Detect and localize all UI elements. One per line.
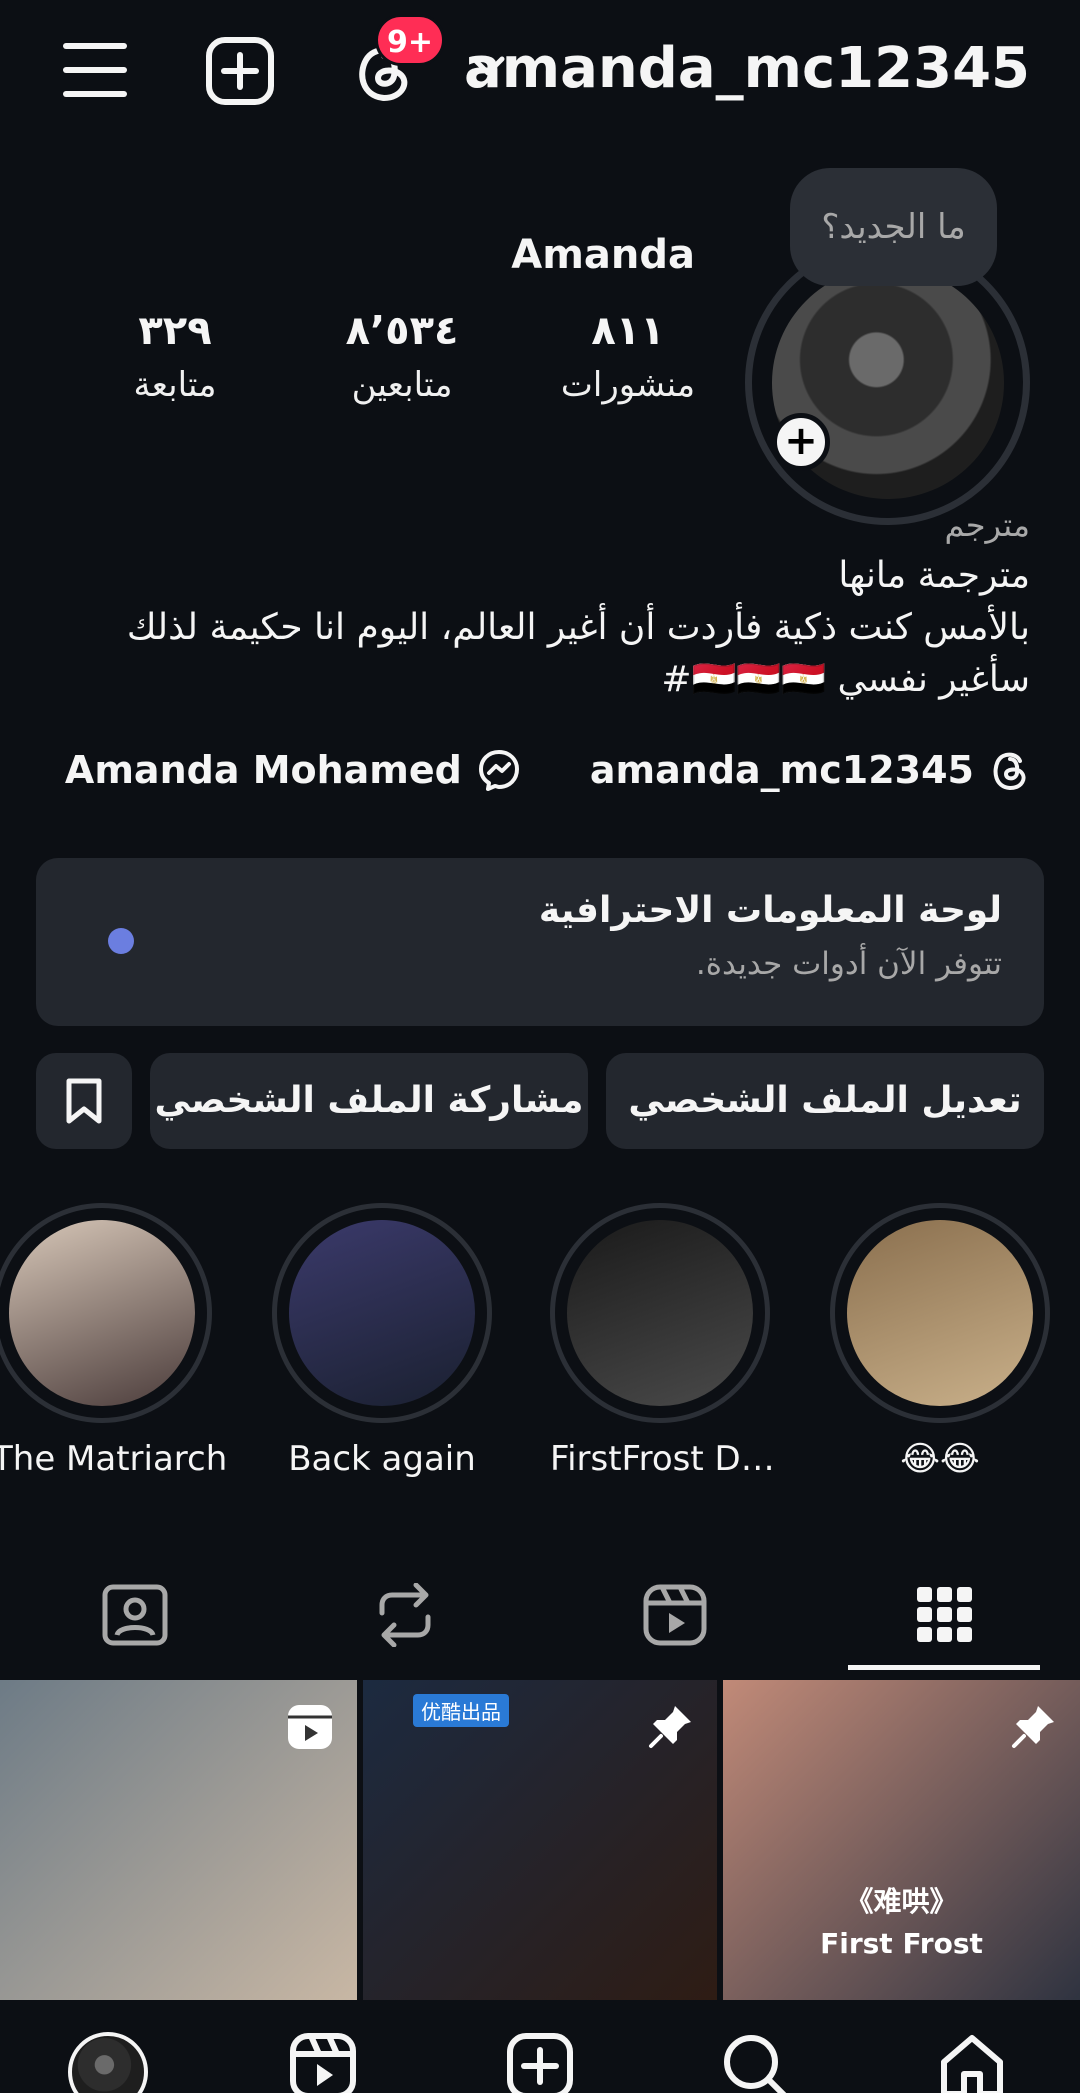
create-plus-icon [507,2033,573,2093]
professional-dashboard-card[interactable]: لوحة المعلومات الاحترافية تتوفر الآن أدو… [36,858,1044,1026]
tab-reposts[interactable] [270,1560,540,1670]
highlight-label: FirstFrost Dra... [550,1439,780,1479]
home-icon [941,2035,1003,2093]
highlight-cover [847,1220,1033,1406]
following-count: ٣٢٩ [138,308,212,354]
bio-line: بالأمس كنت ذكية فأردت أن أغير العالم، ال… [126,607,1030,648]
grid-post[interactable]: 《难哄》 First Frost [723,1680,1080,2000]
nav-search[interactable] [715,2032,795,2093]
highlight-label: 😂😂 [900,1439,980,1479]
create-post-icon[interactable] [205,36,275,106]
post-caption-top: 《难哄》 [845,1885,958,1918]
highlight-item[interactable]: FirstFrost Dra... [550,1203,780,1479]
reels-icon [643,1584,707,1646]
reel-icon [285,1702,335,1752]
post-caption: First Frost [820,1927,983,1960]
tagged-person-icon [102,1584,168,1646]
bookmark-icon [64,1077,104,1125]
posts-count: ٨١١ [591,308,665,354]
search-icon [724,2035,787,2093]
tab-reels[interactable] [540,1560,810,1670]
highlight-label: The Matriarch [0,1439,228,1479]
reels-icon [290,2033,356,2093]
menu-icon[interactable] [62,40,128,100]
bio-category: مترجم [944,506,1030,544]
saved-bookmark-button[interactable] [36,1053,132,1149]
pin-icon [1010,1702,1058,1750]
bottom-nav [0,2000,1080,2093]
followers-count: ٨٬٥٣٤ [345,308,459,354]
profile-avatar-icon [68,2032,148,2093]
bio-line: مترجمة مانها [838,555,1030,596]
edit-profile-button[interactable]: تعديل الملف الشخصي [606,1053,1044,1149]
dashboard-subtitle: تتوفر الآن أدوات جديدة. [695,946,1002,982]
notification-badge: 9+ [375,14,445,66]
bio-line: سأغير نفسي 🇪🇬🇪🇬🇪🇬# [661,659,1030,700]
repost-icon [379,1583,431,1647]
note-bubble[interactable]: ما الجديد؟ [790,168,997,286]
messenger-name[interactable]: Amanda Mohamed [65,748,462,792]
posts-label: منشورات [560,365,696,405]
highlight-cover [289,1220,475,1406]
following-label: متابعة [133,365,217,405]
top-bar: 9+ amanda_mc12345 [0,0,1080,145]
grid-post[interactable]: 优酷出品 [363,1680,717,2000]
active-tab-indicator [848,1665,1040,1670]
messenger-icon [476,747,522,793]
stat-followers[interactable]: ٨٬٥٣٤ متابعين [322,305,482,413]
threads-link-icon [988,747,1030,793]
tab-tagged[interactable] [0,1560,270,1670]
profile-bio: مترجم مترجمة مانها بالأمس كنت ذكية فأردت… [70,500,1030,706]
account-username[interactable]: amanda_mc12345 [464,36,1030,101]
nav-create[interactable] [500,2032,580,2093]
new-indicator-dot [108,928,134,954]
pin-icon [647,1702,695,1750]
dashboard-title: لوحة المعلومات الاحترافية [538,890,1002,931]
threads-handle[interactable]: amanda_mc12345 [590,748,974,792]
grid-post[interactable] [0,1680,357,2000]
share-profile-button[interactable]: مشاركة الملف الشخصي [150,1053,588,1149]
highlight-item[interactable]: Back again [272,1203,492,1479]
highlight-cover [567,1220,753,1406]
nav-home[interactable] [932,2032,1012,2093]
stat-posts[interactable]: ٨١١ منشورات [548,305,708,413]
profile-links: Amanda Mohamed amanda_mc12345 [65,745,1030,795]
stat-following[interactable]: ٣٢٩ متابعة [100,305,250,413]
add-story-plus-icon[interactable]: + [772,413,830,471]
nav-reels[interactable] [283,2032,363,2093]
followers-label: متابعين [351,365,453,405]
highlight-cover [9,1220,195,1406]
grid-icon [917,1587,972,1642]
highlight-label: Back again [288,1439,476,1479]
nav-profile[interactable] [68,2032,148,2093]
highlight-item[interactable]: The Matriarch [0,1203,232,1479]
display-name: Amanda [511,232,695,278]
tab-posts-grid[interactable] [810,1560,1080,1670]
highlight-item[interactable]: 😂😂 [830,1203,1050,1479]
post-tag: 优酷出品 [413,1694,509,1727]
